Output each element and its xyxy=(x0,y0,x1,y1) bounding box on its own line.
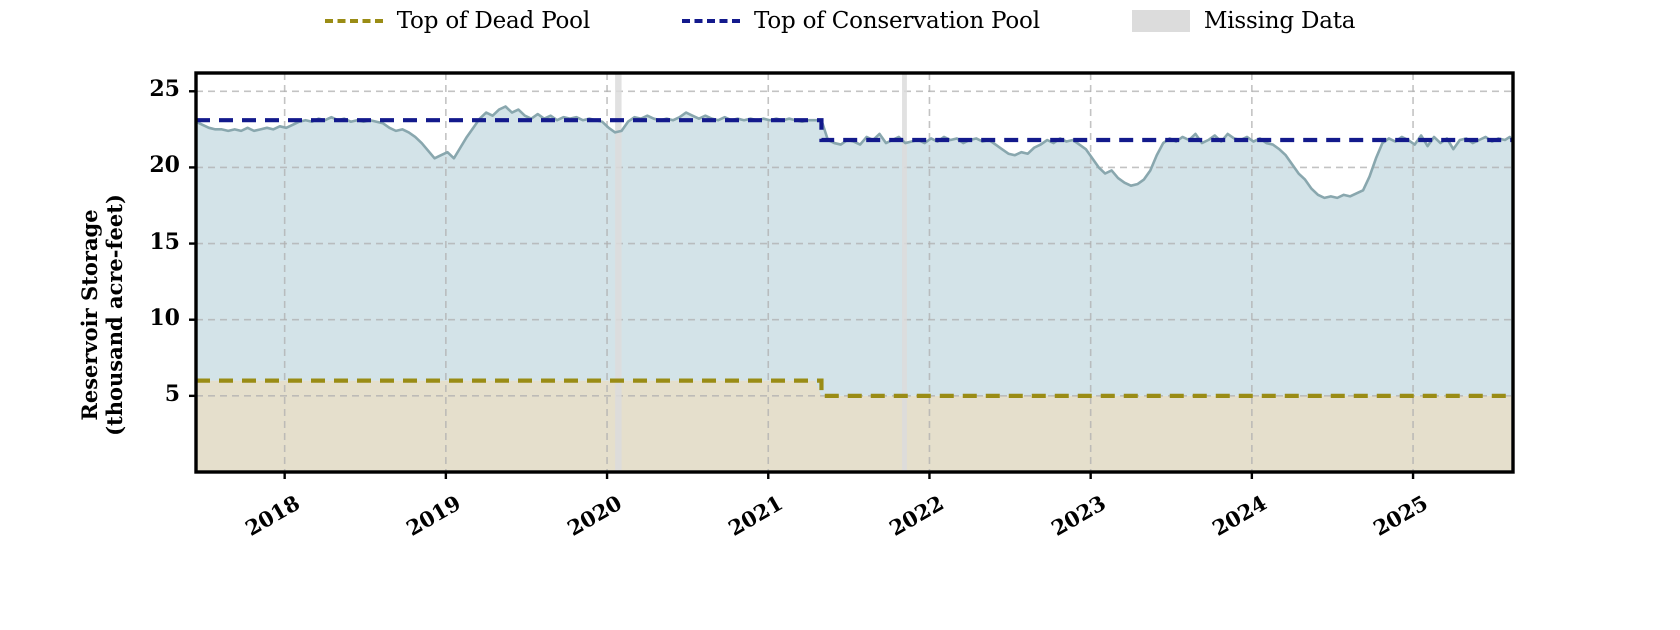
y-tick-label: 15 xyxy=(149,228,180,255)
reservoir-storage-figure: Top of Dead Pool Top of Conservation Pool… xyxy=(0,0,1680,630)
y-tick-label: 10 xyxy=(149,304,180,331)
y-tick-label: 5 xyxy=(164,380,180,407)
y-tick-label: 25 xyxy=(149,76,180,103)
missing-data-band xyxy=(902,73,907,472)
y-tick-label: 20 xyxy=(149,152,180,179)
